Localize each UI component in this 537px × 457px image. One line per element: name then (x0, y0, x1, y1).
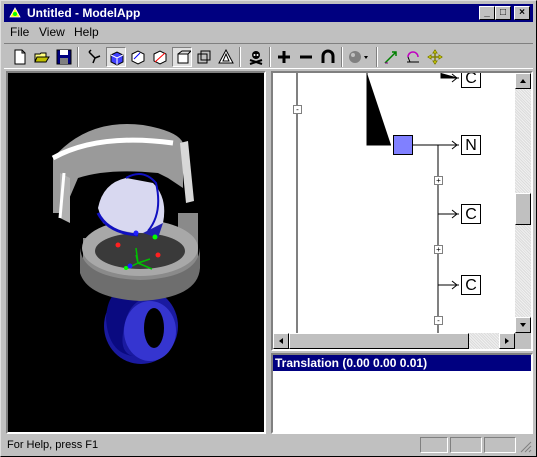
skull-crossbones-icon (249, 51, 263, 65)
arch-button[interactable] (318, 47, 338, 67)
menu-file[interactable]: File (10, 25, 29, 39)
select-view-button[interactable] (172, 47, 192, 67)
scroll-corner (515, 333, 531, 349)
rotate-button[interactable] (403, 47, 423, 67)
arrow-up-icon (520, 79, 526, 83)
delete-button[interactable] (246, 47, 266, 67)
tree-node[interactable]: C (461, 275, 481, 295)
app-icon (8, 6, 22, 20)
arch-icon (321, 49, 335, 63)
new-file-button[interactable] (10, 47, 30, 67)
maximize-button[interactable]: □ (495, 6, 511, 20)
status-pane (484, 437, 516, 453)
scale-button[interactable] (381, 47, 401, 67)
status-text: For Help, press F1 (7, 439, 99, 451)
material-dropdown-button[interactable] (346, 47, 372, 67)
cube-select-icon (177, 50, 191, 64)
toolbar-separator (77, 47, 79, 67)
remove-button[interactable] (296, 47, 316, 67)
menu-bar: File View Help (4, 24, 533, 41)
new-file-icon (14, 49, 26, 65)
resize-grip-icon[interactable] (520, 441, 532, 453)
add-button[interactable] (274, 47, 294, 67)
status-pane (420, 437, 448, 453)
toolbar-separator (341, 47, 343, 67)
maximize-icon: □ (499, 7, 507, 18)
tree-view[interactable]: C N C C - + + - (271, 71, 533, 351)
tree-node[interactable]: C (461, 73, 481, 88)
plus-icon (278, 51, 290, 63)
scroll-left-button[interactable] (273, 333, 289, 349)
toolbar-separator (376, 47, 378, 67)
pointer-tool-icon (88, 49, 101, 64)
shaded-cube-icon (110, 51, 124, 66)
minimize-button[interactable]: _ (479, 6, 495, 20)
status-bar: For Help, press F1 (4, 436, 533, 454)
scale-arrow-icon (384, 51, 397, 64)
expand-toggle[interactable]: + (434, 176, 443, 185)
horizontal-scroll-thumb[interactable] (289, 333, 469, 349)
triangle-icon (218, 49, 234, 64)
triangle-tool-button[interactable] (216, 47, 236, 67)
cube-outline-icon (131, 50, 145, 65)
sphere-dropdown-icon (349, 51, 368, 63)
toolbar-separator (239, 47, 241, 67)
horizontal-scrollbar[interactable] (273, 333, 515, 349)
scroll-up-button[interactable] (515, 73, 531, 89)
3d-model-render[interactable] (8, 73, 264, 432)
save-disk-icon (56, 49, 72, 65)
cube-axes-icon (153, 50, 167, 65)
menu-help[interactable]: Help (74, 25, 99, 39)
scroll-right-button[interactable] (499, 333, 515, 349)
arrow-right-icon (505, 338, 509, 344)
vertical-scroll-thumb[interactable] (515, 193, 531, 225)
open-folder-icon (34, 52, 50, 63)
wireframe-view-button[interactable] (194, 47, 214, 67)
menu-view[interactable]: View (39, 25, 65, 39)
close-icon: × (519, 7, 525, 18)
info-panel: Translation (0.00 0.00 0.01) (271, 353, 533, 434)
transform-readout: Translation (0.00 0.00 0.01) (273, 355, 531, 371)
shaded-view-button[interactable] (106, 47, 126, 67)
expand-toggle[interactable]: + (434, 245, 443, 254)
rotate-arc-icon (407, 51, 419, 63)
move-button[interactable] (425, 47, 445, 67)
save-button[interactable] (54, 47, 74, 67)
minimize-icon: _ (484, 7, 490, 18)
axes-view-button[interactable] (150, 47, 170, 67)
pointer-tool-button[interactable] (84, 47, 104, 67)
toolbar (4, 43, 533, 69)
outline-view-button[interactable] (128, 47, 148, 67)
title-bar[interactable]: Untitled - ModelApp _ □ × (4, 4, 533, 22)
tree-node-selected[interactable] (393, 135, 413, 155)
vertical-scrollbar[interactable] (515, 73, 531, 333)
tree-node[interactable]: N (461, 135, 481, 155)
expand-toggle[interactable]: - (434, 316, 443, 325)
cube-wire-icon (197, 50, 211, 64)
app-window: Untitled - ModelApp _ □ × File View Help (0, 0, 537, 457)
close-button[interactable]: × (514, 6, 530, 20)
arrow-left-icon (279, 338, 283, 344)
tree-node[interactable]: C (461, 204, 481, 224)
scroll-down-button[interactable] (515, 317, 531, 333)
status-pane (450, 437, 482, 453)
window-title: Untitled - ModelApp (27, 6, 141, 20)
toolbar-separator (269, 47, 271, 67)
open-button[interactable] (32, 47, 52, 67)
3d-viewport[interactable] (6, 71, 266, 434)
minus-icon (300, 55, 312, 59)
move-cross-icon (427, 49, 443, 65)
arrow-down-icon (520, 323, 526, 327)
expand-toggle[interactable]: - (293, 105, 302, 114)
